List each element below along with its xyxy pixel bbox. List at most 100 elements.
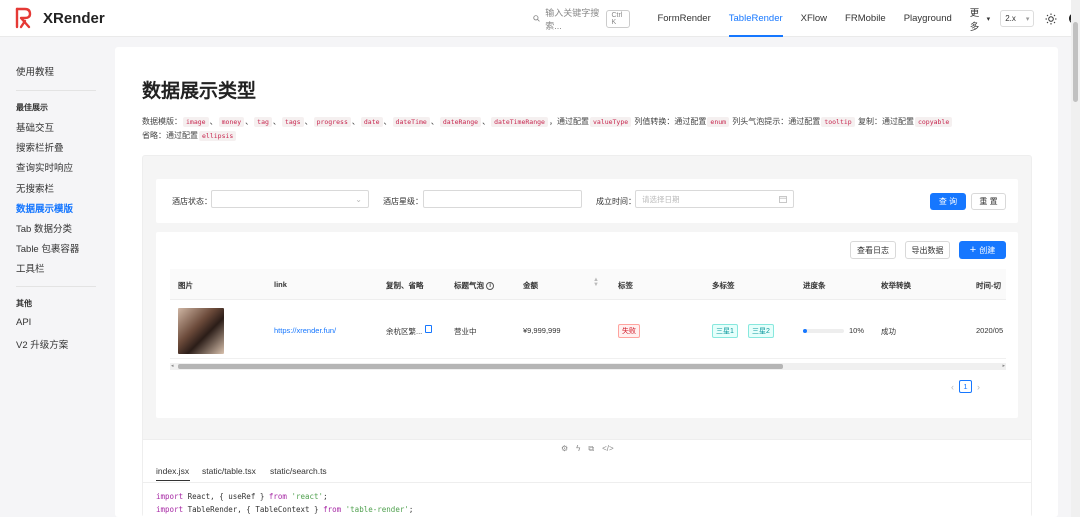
code-chip: dateTimeRange: [491, 117, 548, 127]
scroll-left-arrow-icon[interactable]: ◂: [171, 363, 174, 369]
chevron-down-icon: ⌄: [355, 194, 362, 204]
column-header: 图片: [178, 281, 193, 290]
nav-tablerender[interactable]: TableRender: [728, 0, 783, 37]
row-enum: 成功: [881, 327, 896, 336]
time-label: 成立时间：: [596, 197, 636, 206]
sidebar-item-tutorial[interactable]: 使用教程: [16, 64, 54, 78]
nav-formrender[interactable]: FormRender: [657, 0, 710, 37]
sidebar-item-api[interactable]: API: [16, 317, 31, 328]
sidebar-item-collapse[interactable]: 搜索栏折叠: [16, 140, 64, 154]
code-chip: image: [183, 117, 209, 127]
table-row: https://xrender.fun/ 余杭区繁... 营业中 ¥9,999,…: [170, 301, 1006, 359]
search-button[interactable]: 查 询: [930, 193, 966, 210]
export-button[interactable]: 导出数据: [905, 241, 950, 259]
desc-text: 复制：通过配置: [855, 117, 914, 126]
sort-icon[interactable]: ▲ ▼: [593, 277, 599, 288]
column-header: 金额: [523, 281, 538, 290]
main-content: 数据展示类型 数据模版： image、 money、 tag、 tags、 progres…: [115, 47, 1058, 517]
horizontal-scrollbar[interactable]: ◂ ▸: [170, 363, 1006, 370]
external-link-icon[interactable]: ⧉: [588, 444, 594, 454]
top-navbar: XRender 输入关键字搜索... Ctrl K FormRender Tab…: [0, 0, 1080, 37]
row-time: 2020/05: [976, 326, 1004, 335]
demo-container: 酒店状态： ⌄ 酒店星级： 成立时间： 请选择日期 查 询 重 置 查看日志 导…: [142, 155, 1032, 517]
info-circle-icon[interactable]: i: [486, 282, 495, 291]
desc-text: 列头气泡提示：通过配置: [730, 117, 821, 126]
nav-playground[interactable]: Playground: [904, 0, 952, 37]
view-log-button[interactable]: 查看日志: [850, 241, 896, 259]
code-chip: date: [360, 117, 383, 127]
code-line: import React, { useRef } from 'react';: [156, 492, 328, 501]
page-description: 数据模版： image、 money、 tag、 tags、 progress、 date、…: [142, 115, 1037, 143]
code-actions: ⚙ ϟ ⧉ </>: [561, 444, 614, 454]
code-chip: ellipsis: [199, 131, 237, 141]
sidebar-item-toolbar[interactable]: 工具栏: [16, 261, 45, 275]
active-tab-indicator: [156, 480, 190, 481]
row-link[interactable]: https://xrender.fun/: [274, 326, 336, 335]
page-scroll-thumb[interactable]: [1073, 22, 1078, 102]
sandbox-icon[interactable]: ⚙: [561, 444, 568, 454]
code-token: TableRender, { TableContext }: [183, 505, 324, 514]
page-scrollbar[interactable]: [1071, 0, 1080, 517]
bolt-icon[interactable]: ϟ: [576, 444, 580, 454]
code-panel: ⚙ ϟ ⧉ </> index.jsx static/table.tsx sta…: [143, 439, 1031, 517]
column-header: link: [274, 280, 287, 289]
status-select[interactable]: ⌄: [211, 190, 369, 208]
table-card: 查看日志 导出数据 + 创建 图片 link 复制、省略 标题气泡 i 金额 ▲…: [156, 232, 1018, 418]
code-token: 'react': [286, 492, 324, 501]
sidebar-item-wrapper[interactable]: Table 包裹容器: [16, 241, 79, 255]
search-box[interactable]: 输入关键字搜索... Ctrl K: [533, 6, 631, 32]
date-picker[interactable]: 请选择日期: [635, 190, 794, 208]
nav-frmobile[interactable]: FRMobile: [845, 0, 886, 37]
next-page-icon[interactable]: ›: [977, 382, 980, 392]
sidebar-item-basic[interactable]: 基础交互: [16, 120, 54, 134]
reset-button[interactable]: 重 置: [971, 193, 1006, 210]
code-line: import TableRender, { TableContext } fro…: [156, 505, 413, 514]
row-tag: 三星1: [712, 324, 738, 338]
sidebar-item-tab[interactable]: Tab 数据分类: [16, 221, 72, 235]
prev-page-icon[interactable]: ‹: [951, 382, 954, 392]
search-placeholder: 输入关键字搜索...: [545, 7, 600, 31]
star-input[interactable]: [423, 190, 582, 208]
version-select[interactable]: 2.x ▾: [1000, 10, 1035, 27]
scroll-thumb[interactable]: [178, 364, 783, 369]
code-token: import: [156, 492, 184, 501]
row-money: ¥9,999,999: [523, 326, 561, 335]
tab-index-jsx[interactable]: index.jsx: [156, 466, 189, 476]
nav-xflow[interactable]: XFlow: [801, 0, 827, 37]
row-image: [178, 308, 224, 354]
progress-fill: [803, 329, 808, 333]
sidebar-item-realtime[interactable]: 查询实时响应: [16, 160, 73, 174]
code-chip: dateRange: [439, 117, 482, 127]
create-button[interactable]: + 创建: [959, 241, 1006, 259]
page-title: 数据展示类型: [142, 81, 257, 102]
nav-more[interactable]: 更多 ▾: [970, 0, 990, 37]
sidebar-item-data-template[interactable]: 数据展示模版: [16, 201, 73, 215]
sun-icon: [1045, 13, 1057, 24]
progress-label: 10%: [849, 326, 865, 335]
code-chip: tooltip: [821, 117, 855, 127]
row-copy-text: 余杭区繁...: [386, 327, 423, 336]
sidebar-item-nosearch[interactable]: 无搜索栏: [16, 181, 54, 195]
code-token: ;: [323, 492, 328, 501]
column-header: 复制、省略: [386, 281, 424, 290]
code-token: from: [323, 505, 342, 514]
column-header: 标题气泡 i: [454, 280, 495, 291]
logo[interactable]: XRender: [14, 7, 105, 29]
column-header-label: 标题气泡: [454, 281, 484, 290]
scroll-right-arrow-icon[interactable]: ▸: [1002, 363, 1005, 369]
code-token: React, { useRef }: [183, 492, 269, 501]
theme-toggle[interactable]: [1045, 12, 1057, 26]
sidebar-item-upgrade[interactable]: V2 升级方案: [16, 337, 68, 351]
code-token: ;: [408, 505, 414, 514]
column-header: 枚举转换: [881, 281, 911, 290]
app-name: XRender: [43, 9, 105, 27]
row-tag: 失败: [618, 324, 640, 338]
code-chip: copyable: [914, 117, 953, 127]
tab-search-ts[interactable]: static/search.ts: [270, 466, 327, 476]
tab-table-tsx[interactable]: static/table.tsx: [202, 466, 256, 476]
code-icon[interactable]: </>: [602, 444, 614, 454]
page-current[interactable]: 1: [959, 380, 972, 393]
code-chip: progress: [313, 117, 351, 127]
code-chip: valueType: [589, 117, 632, 127]
copy-icon[interactable]: [425, 325, 432, 333]
